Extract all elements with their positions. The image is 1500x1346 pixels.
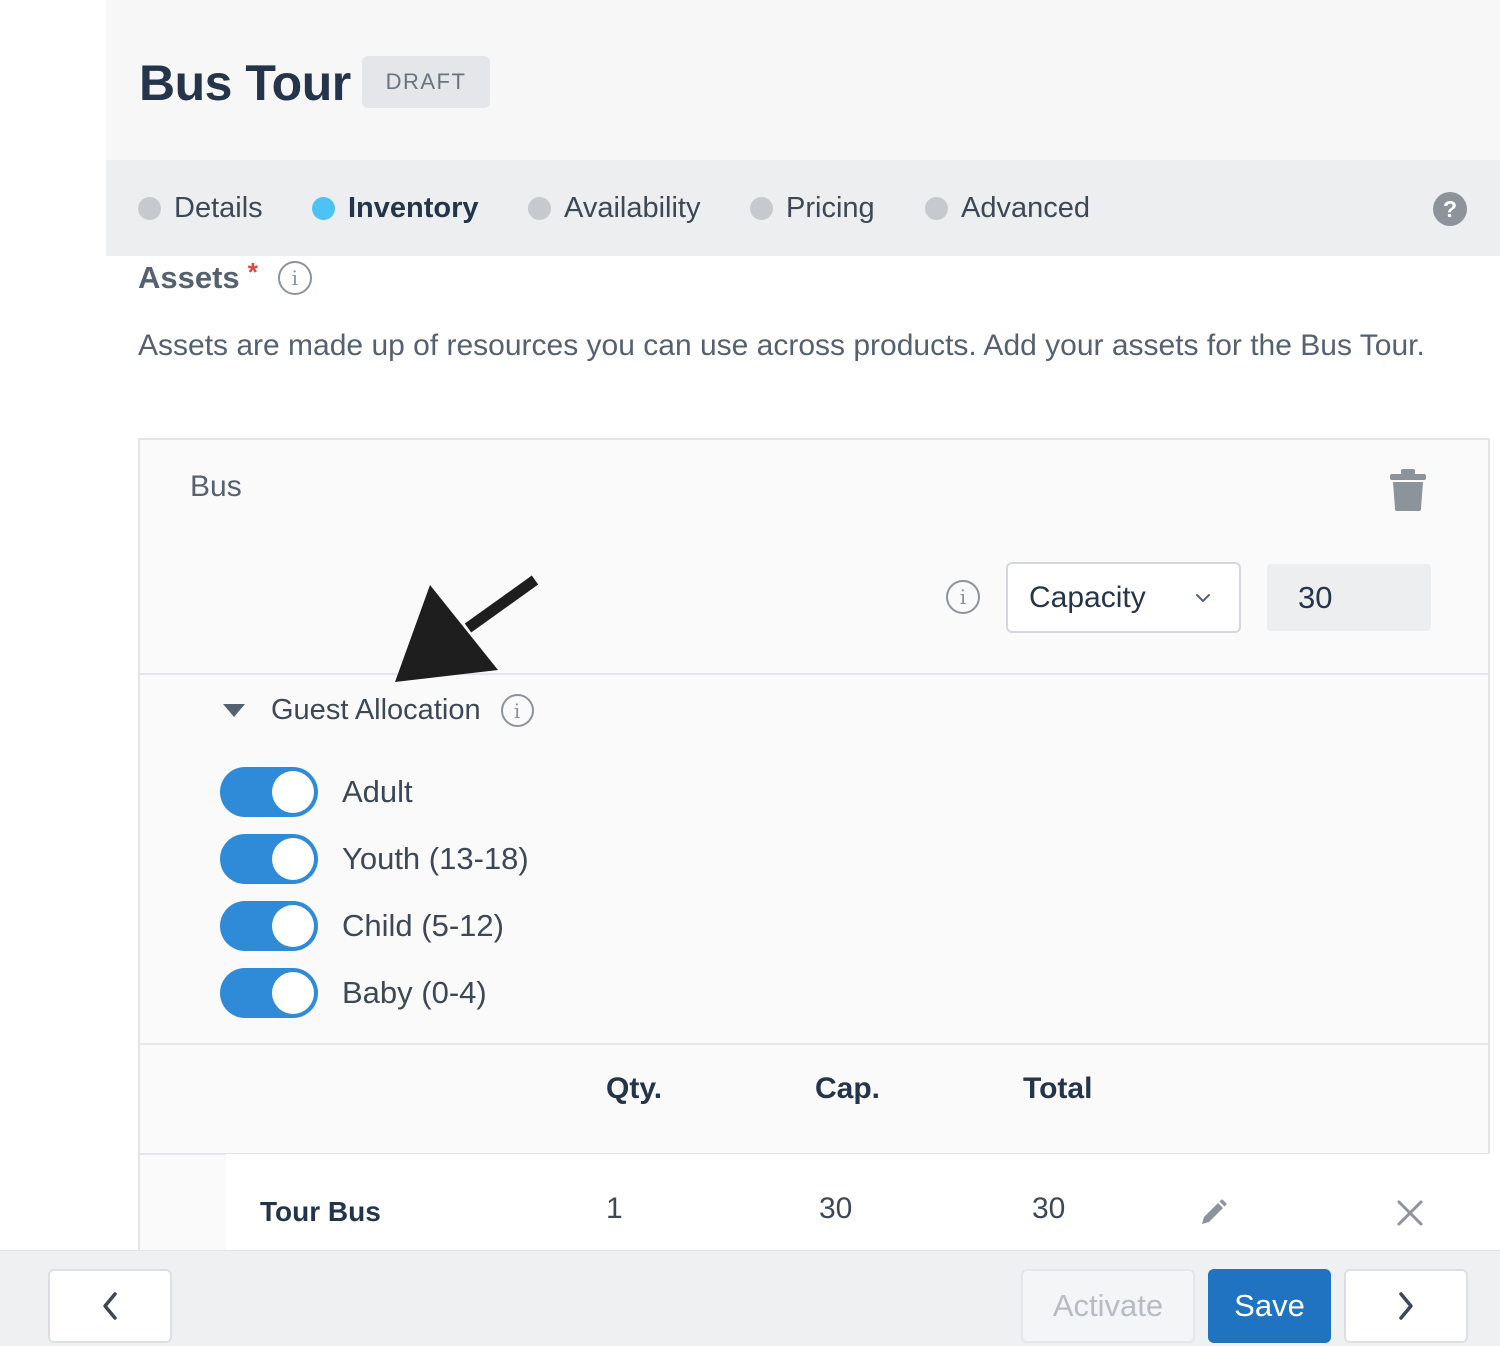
guest-label: Adult — [342, 774, 413, 809]
row-cap: 30 — [819, 1192, 853, 1225]
tab-availability[interactable]: Availability — [528, 190, 700, 226]
asset-name: Bus — [190, 470, 242, 503]
chevron-left-icon — [103, 1292, 117, 1320]
asset-card: Bus i Capacity 30 Guest Allocation i Adu… — [138, 438, 1490, 1270]
tab-advanced[interactable]: Advanced — [925, 190, 1090, 226]
row-asset-name: Tour Bus — [260, 1196, 381, 1227]
step-dot-icon — [312, 196, 335, 220]
tab-label: Availability — [564, 191, 701, 224]
capacity-input[interactable]: 30 — [1267, 564, 1431, 631]
info-icon[interactable]: i — [277, 261, 312, 295]
inventory-type-select[interactable]: Capacity — [1006, 562, 1241, 633]
close-icon[interactable] — [1396, 1199, 1424, 1227]
save-button[interactable]: Save — [1208, 1269, 1331, 1343]
column-header-total: Total — [1023, 1072, 1093, 1105]
row-total: 30 — [1032, 1192, 1066, 1225]
previous-button[interactable] — [48, 1269, 172, 1343]
row-qty: 1 — [606, 1192, 623, 1225]
tab-label: Advanced — [961, 191, 1090, 224]
product-editor-page: Bus Tour DRAFT Details Inventory Availab… — [0, 0, 1500, 1346]
guest-allocation-toggle[interactable]: Guest Allocation i — [220, 694, 534, 727]
guest-row-youth: Youth (13-18) — [220, 834, 529, 884]
youth-toggle[interactable] — [220, 834, 318, 884]
tab-label: Pricing — [786, 191, 875, 224]
page-header: Bus Tour DRAFT — [106, 0, 1500, 160]
tab-label: Inventory — [348, 191, 479, 224]
guest-label: Child (5-12) — [342, 908, 504, 943]
column-header-qty: Qty. — [606, 1072, 663, 1105]
column-header-cap: Cap. — [815, 1072, 881, 1105]
activate-button[interactable]: Activate — [1021, 1269, 1195, 1343]
baby-toggle[interactable] — [220, 968, 318, 1018]
toggle-knob — [272, 972, 314, 1014]
divider — [140, 673, 1488, 675]
inventory-type-value: Capacity — [1029, 580, 1146, 614]
guest-row-baby: Baby (0-4) — [220, 968, 487, 1018]
tab-pricing[interactable]: Pricing — [750, 190, 875, 226]
pencil-icon[interactable] — [1198, 1198, 1228, 1228]
info-icon[interactable]: i — [500, 694, 534, 727]
tab-label: Details — [174, 191, 263, 224]
guest-allocation-title: Guest Allocation — [271, 694, 481, 726]
tab-inventory[interactable]: Inventory — [312, 190, 479, 226]
guest-label: Baby (0-4) — [342, 975, 487, 1010]
adult-toggle[interactable] — [220, 767, 318, 817]
required-marker: * — [247, 256, 258, 287]
info-icon[interactable]: i — [946, 580, 980, 614]
chevron-down-icon — [1196, 594, 1210, 602]
next-button[interactable] — [1344, 1269, 1468, 1343]
guest-row-child: Child (5-12) — [220, 901, 504, 951]
footer-bar: Activate Save — [0, 1250, 1500, 1346]
toggle-knob — [272, 905, 314, 947]
child-toggle[interactable] — [220, 901, 318, 951]
toggle-knob — [272, 771, 314, 813]
status-badge: DRAFT — [362, 56, 490, 108]
divider — [140, 1043, 1488, 1045]
step-dot-icon — [138, 196, 161, 220]
chevron-right-icon — [1399, 1292, 1413, 1320]
assets-description: Assets are made up of resources you can … — [138, 329, 1425, 362]
guest-row-adult: Adult — [220, 767, 413, 817]
step-tabs: Details Inventory Availability Pricing A… — [106, 160, 1500, 256]
tab-details[interactable]: Details — [138, 190, 263, 226]
caret-down-icon — [223, 704, 245, 717]
arrow-annotation — [395, 575, 539, 682]
trash-icon[interactable] — [1388, 468, 1428, 512]
toggle-knob — [272, 838, 314, 880]
assets-title: Assets — [138, 260, 240, 295]
assets-heading: Assets * i — [138, 256, 312, 296]
help-icon[interactable]: ? — [1433, 192, 1467, 226]
guest-label: Youth (13-18) — [342, 841, 529, 876]
page-title: Bus Tour — [139, 55, 351, 111]
step-dot-icon — [528, 196, 551, 220]
step-dot-icon — [925, 196, 948, 220]
step-dot-icon — [750, 196, 773, 220]
